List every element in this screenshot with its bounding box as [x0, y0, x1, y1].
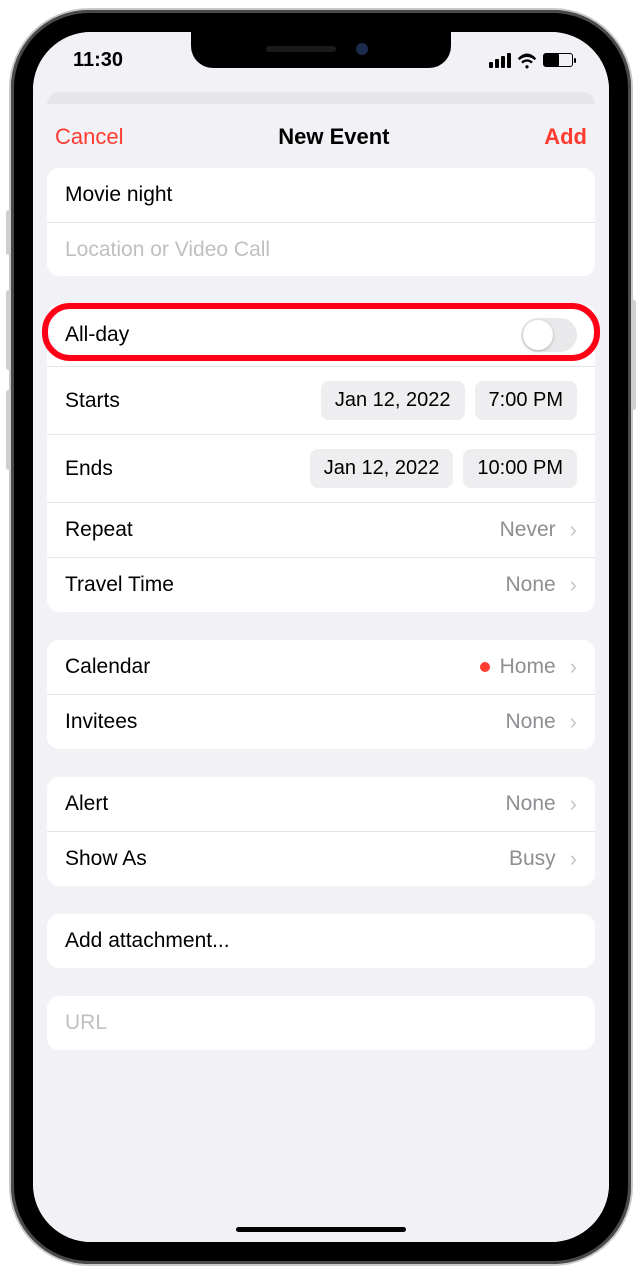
location-input[interactable]	[65, 238, 577, 262]
invitees-row[interactable]: Invitees None ›	[47, 694, 595, 749]
starts-label: Starts	[65, 389, 120, 413]
repeat-row[interactable]: Repeat Never ›	[47, 502, 595, 557]
calendar-color-dot	[480, 662, 490, 672]
alert-card: Alert None › Show As Busy ›	[47, 777, 595, 886]
chevron-right-icon: ›	[570, 709, 577, 735]
allday-label: All-day	[65, 323, 129, 347]
repeat-value: Never	[500, 518, 556, 542]
repeat-label: Repeat	[65, 518, 133, 542]
attachment-card: Add attachment...	[47, 914, 595, 968]
phone-frame: 11:30 Cancel New Event Add	[11, 10, 631, 1264]
ends-row[interactable]: Ends Jan 12, 2022 10:00 PM	[47, 434, 595, 502]
travel-row[interactable]: Travel Time None ›	[47, 557, 595, 612]
battery-icon	[543, 53, 573, 67]
mute-switch	[6, 210, 11, 255]
screen: 11:30 Cancel New Event Add	[33, 32, 609, 1242]
showas-value: Busy	[509, 847, 556, 871]
travel-label: Travel Time	[65, 573, 174, 597]
title-input[interactable]	[65, 183, 577, 207]
invitees-value: None	[505, 710, 555, 734]
location-row[interactable]	[47, 222, 595, 276]
showas-row[interactable]: Show As Busy ›	[47, 831, 595, 886]
nav-bar: Cancel New Event Add	[33, 104, 609, 168]
starts-time-pill[interactable]: 7:00 PM	[475, 381, 577, 420]
page-title: New Event	[278, 124, 389, 150]
cellular-icon	[489, 53, 511, 68]
url-input[interactable]	[65, 1011, 577, 1035]
url-card	[47, 996, 595, 1050]
volume-down	[6, 390, 11, 470]
chevron-right-icon: ›	[570, 654, 577, 680]
chevron-right-icon: ›	[570, 791, 577, 817]
alert-value: None	[505, 792, 555, 816]
calendar-label: Calendar	[65, 655, 150, 679]
allday-toggle[interactable]	[521, 318, 577, 352]
form-content[interactable]: All-day Starts Jan 12, 2022 7:00 PM Ends	[33, 168, 609, 1236]
calendar-row[interactable]: Calendar Home ›	[47, 640, 595, 694]
starts-row[interactable]: Starts Jan 12, 2022 7:00 PM	[47, 366, 595, 434]
url-row[interactable]	[47, 996, 595, 1050]
add-button[interactable]: Add	[544, 124, 587, 150]
time-card: All-day Starts Jan 12, 2022 7:00 PM Ends	[47, 304, 595, 612]
title-row[interactable]	[47, 168, 595, 222]
wifi-icon	[517, 52, 537, 68]
attachment-row[interactable]: Add attachment...	[47, 914, 595, 968]
invitees-label: Invitees	[65, 710, 137, 734]
cancel-button[interactable]: Cancel	[55, 124, 123, 150]
calendar-card: Calendar Home › Invitees None ›	[47, 640, 595, 749]
volume-up	[6, 290, 11, 370]
alert-row[interactable]: Alert None ›	[47, 777, 595, 831]
home-indicator[interactable]	[236, 1227, 406, 1232]
chevron-right-icon: ›	[570, 572, 577, 598]
ends-label: Ends	[65, 457, 113, 481]
travel-value: None	[505, 573, 555, 597]
notch	[191, 32, 451, 68]
calendar-value: Home	[500, 655, 556, 679]
ends-time-pill[interactable]: 10:00 PM	[463, 449, 577, 488]
chevron-right-icon: ›	[570, 517, 577, 543]
status-time: 11:30	[73, 49, 123, 72]
attachment-label: Add attachment...	[65, 929, 230, 953]
starts-date-pill[interactable]: Jan 12, 2022	[321, 381, 465, 420]
showas-label: Show As	[65, 847, 147, 871]
status-right	[489, 52, 573, 68]
alert-label: Alert	[65, 792, 108, 816]
modal-sheet: Cancel New Event Add All-day	[33, 104, 609, 1242]
power-button	[631, 300, 636, 410]
ends-date-pill[interactable]: Jan 12, 2022	[310, 449, 454, 488]
allday-row[interactable]: All-day	[47, 304, 595, 366]
chevron-right-icon: ›	[570, 846, 577, 872]
title-card	[47, 168, 595, 276]
